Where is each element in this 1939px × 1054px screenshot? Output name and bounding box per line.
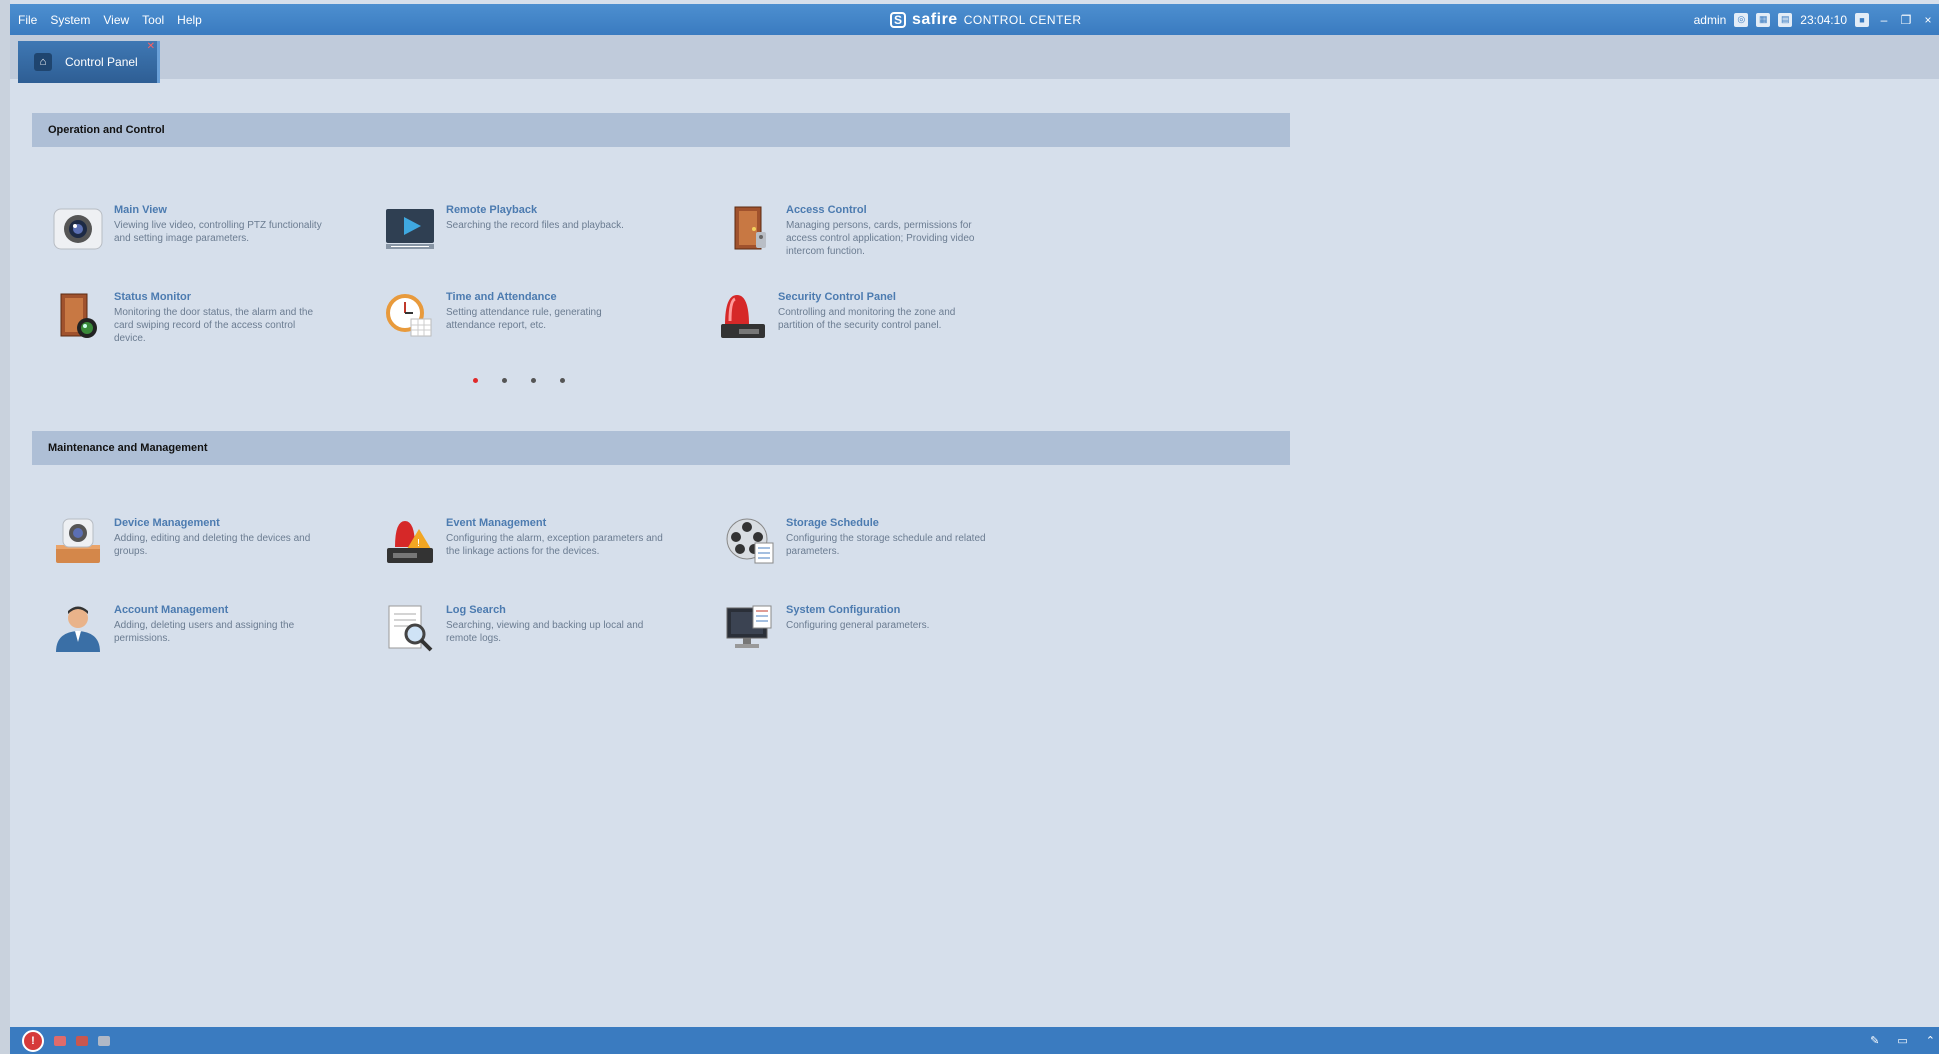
module-title: Log Search (446, 604, 506, 616)
tab-close-icon[interactable]: ✕ (147, 41, 155, 52)
log-search-icon (382, 601, 438, 657)
svg-text:!: ! (417, 538, 421, 549)
module-desc: Searching the record files and playback. (446, 220, 624, 231)
module-title: Time and Attendance (446, 291, 557, 303)
title-bar: File System View Tool Help S safire CONT… (10, 4, 1939, 35)
module-event-management[interactable]: ! Event Management Configuring the alarm… (382, 514, 692, 570)
home-icon: ⌂ (34, 53, 52, 71)
module-device-management[interactable]: Device Management Adding, editing and de… (50, 514, 350, 570)
restore-icon[interactable]: ❐ (1899, 13, 1913, 27)
module-title: Event Management (446, 517, 547, 529)
tab-label: Control Panel (65, 55, 138, 69)
module-title: Main View (114, 204, 167, 216)
expand-up-icon[interactable]: ⌃ (1926, 1034, 1935, 1047)
module-remote-playback[interactable]: Remote Playback Searching the record fil… (382, 201, 682, 257)
film-reel-icon (722, 514, 778, 570)
module-title: Device Management (114, 517, 220, 529)
tab-strip: ⌂ Control Panel ✕ (10, 35, 1939, 83)
section-title: Operation and Control (48, 124, 165, 136)
pager-dot-2[interactable] (502, 378, 507, 383)
pager-dot-4[interactable] (560, 378, 565, 383)
status-bar-left: ! (22, 1027, 110, 1054)
module-title: System Configuration (786, 604, 901, 616)
pager-dot-3[interactable] (531, 378, 536, 383)
device-exception-icon[interactable] (76, 1035, 88, 1046)
section-header-operation: Operation and Control (32, 113, 1290, 147)
brand-logo-icon: S (890, 11, 906, 28)
module-time-attendance[interactable]: Time and Attendance Setting attendance r… (382, 288, 682, 344)
clock-time: 23:04:10 (1800, 12, 1847, 27)
camera-icon (50, 201, 106, 257)
module-title: Account Management (114, 604, 229, 616)
siren-icon (714, 288, 770, 344)
module-desc: Managing persons, cards, permissions for… (786, 220, 975, 257)
alarm-icon[interactable]: ! (22, 1029, 44, 1052)
menu-system[interactable]: System (50, 13, 90, 27)
module-title: Security Control Panel (778, 291, 896, 303)
menu-view[interactable]: View (103, 13, 129, 27)
brand-logo-text: safire (912, 10, 958, 28)
playback-icon (382, 201, 438, 257)
door-icon (722, 201, 778, 257)
alarm-event-icon[interactable] (54, 1035, 66, 1046)
username[interactable]: admin (1694, 13, 1727, 27)
minimize-icon[interactable]: – (1877, 13, 1891, 27)
monitor-icon (722, 601, 778, 657)
door-monitor-icon (50, 288, 106, 344)
module-desc: Adding, deleting users and assigning the… (114, 620, 295, 644)
menu-help[interactable]: Help (177, 13, 202, 27)
pin-icon[interactable]: ✎ (1870, 1034, 1879, 1047)
window-icon[interactable]: ▭ (1897, 1034, 1907, 1047)
module-title: Status Monitor (114, 291, 191, 303)
close-icon[interactable]: × (1921, 13, 1935, 27)
user-icon (50, 601, 106, 657)
module-status-monitor[interactable]: Status Monitor Monitoring the door statu… (50, 288, 350, 345)
module-title: Access Control (786, 204, 867, 216)
clock-icon (382, 288, 438, 344)
module-system-configuration[interactable]: System Configuration Configuring general… (722, 601, 1022, 657)
desktop-edge (0, 0, 10, 1054)
pager-dots (473, 378, 565, 383)
status-bar: ! ✎ ▭ ⌃ (10, 1027, 1939, 1054)
sound-icon[interactable] (98, 1035, 110, 1046)
globe-icon[interactable]: ◎ (1734, 12, 1749, 27)
brand: S safire CONTROL CENTER (890, 4, 1082, 35)
module-desc: Monitoring the door status, the alarm an… (114, 307, 314, 344)
module-security-control-panel[interactable]: Security Control Panel Controlling and m… (714, 288, 1014, 344)
module-desc: Controlling and monitoring the zone and … (778, 307, 956, 331)
tab-control-panel[interactable]: ⌂ Control Panel ✕ (18, 41, 160, 83)
module-desc: Setting attendance rule, generating atte… (446, 307, 602, 331)
pager-dot-1[interactable] (473, 378, 478, 383)
module-log-search[interactable]: Log Search Searching, viewing and backin… (382, 601, 682, 657)
module-title: Remote Playback (446, 204, 538, 216)
module-desc: Searching, viewing and backing up local … (446, 620, 644, 644)
memory-icon[interactable]: ▤ (1778, 12, 1793, 27)
lock-icon[interactable]: ■ (1855, 12, 1869, 27)
app-window: File System View Tool Help S safire CONT… (10, 4, 1939, 1054)
module-title: Storage Schedule (786, 517, 879, 529)
module-storage-schedule[interactable]: Storage Schedule Configuring the storage… (722, 514, 1022, 570)
event-icon: ! (382, 514, 438, 570)
module-desc: Adding, editing and deleting the devices… (114, 533, 311, 557)
tray: admin ◎ ▦ ▤ 23:04:10 ■ – ❐ × (1694, 4, 1935, 35)
cpu-icon[interactable]: ▦ (1756, 12, 1771, 27)
module-desc: Viewing live video, controlling PTZ func… (114, 220, 322, 244)
module-desc: Configuring general parameters. (786, 620, 930, 631)
module-desc: Configuring the storage schedule and rel… (786, 533, 986, 557)
brand-subtitle: CONTROL CENTER (963, 12, 1082, 27)
module-main-view[interactable]: Main View Viewing live video, controllin… (50, 201, 350, 257)
module-access-control[interactable]: Access Control Managing persons, cards, … (722, 201, 1022, 258)
menu-tool[interactable]: Tool (142, 13, 164, 27)
section-header-maintenance: Maintenance and Management (32, 431, 1290, 465)
device-icon (50, 514, 106, 570)
module-desc: Configuring the alarm, exception paramet… (446, 533, 663, 557)
menu-bar: File System View Tool Help (18, 4, 215, 35)
status-bar-right: ✎ ▭ ⌃ (1870, 1027, 1935, 1054)
section-title: Maintenance and Management (48, 442, 208, 454)
module-account-management[interactable]: Account Management Adding, deleting user… (50, 601, 350, 657)
menu-file[interactable]: File (18, 13, 37, 27)
